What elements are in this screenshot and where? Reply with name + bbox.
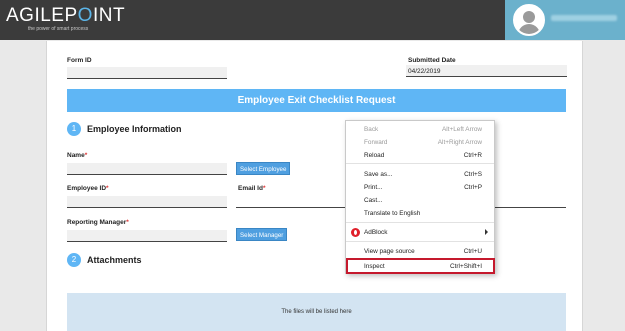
avatar-head [523,11,535,23]
menu-item-label: Forward [364,139,388,146]
menu-item-shortcut: Ctrl+P [464,184,482,191]
submitted-date-label: Submitted Date [408,57,456,64]
menu-item-shortcut: Alt+Left Arrow [442,126,482,133]
submitted-date-field[interactable]: 04/22/2019 [406,65,567,77]
employee-id-label: Employee ID* [67,185,109,192]
logo-text: AGILEPOINT [6,5,126,26]
menu-item-label: Save as... [364,171,393,178]
menu-separator [346,241,494,242]
user-name-redacted [551,15,617,21]
menu-item-label: AdBlock [364,229,388,236]
section-title-attachments: Attachments [87,255,142,265]
section-number-1: 1 [67,122,81,136]
menu-item-label: Back [364,126,379,133]
name-field[interactable] [67,163,227,175]
menu-separator [346,163,494,164]
menu-item-label: View page source [364,248,415,255]
menu-item-translate[interactable]: Translate to English [346,207,494,219]
menu-item-shortcut: Ctrl+U [463,248,482,255]
reporting-manager-label: Reporting Manager* [67,219,129,226]
logo-tagline: the power of smart process [28,26,89,32]
context-menu: Back Alt+Left Arrow Forward Alt+Right Ar… [345,120,495,274]
menu-item-label: Cast... [364,197,383,204]
select-manager-button[interactable]: Select Manager [236,228,288,241]
menu-item-label: Print... [364,184,383,191]
name-label: Name* [67,152,88,159]
employee-id-field[interactable] [67,196,227,208]
menu-item-label: Reload [364,152,385,159]
menu-separator [346,222,494,223]
menu-item-view-page-source[interactable]: View page source Ctrl+U [346,245,494,257]
menu-item-forward[interactable]: Forward Alt+Right Arrow [346,136,494,148]
reporting-manager-field[interactable] [67,230,227,242]
agilepoint-logo[interactable]: AGILEPOINT the power of smart process [6,5,126,33]
attachments-dropzone[interactable]: The files will be listed here [67,293,566,331]
menu-item-reload[interactable]: Reload Ctrl+R [346,149,494,161]
menu-item-save-as[interactable]: Save as... Ctrl+S [346,168,494,180]
menu-item-shortcut: Ctrl+S [464,171,482,178]
form-id-label: Form ID [67,57,92,64]
select-employee-button[interactable]: Select Employee [236,162,291,175]
menu-item-shortcut: Ctrl+R [463,152,482,159]
adblock-icon [351,228,360,237]
menu-item-print[interactable]: Print... Ctrl+P [346,181,494,193]
menu-item-back[interactable]: Back Alt+Left Arrow [346,123,494,135]
menu-item-adblock[interactable]: AdBlock [346,226,494,238]
avatar-icon[interactable] [513,4,545,36]
menu-item-label: Translate to English [364,210,421,217]
inspect-highlight-box [346,258,495,274]
avatar-body [518,24,540,34]
top-bar: AGILEPOINT the power of smart process [0,0,625,40]
submenu-arrow-icon [485,229,488,235]
email-id-label: Email Id* [238,185,266,192]
menu-item-cast[interactable]: Cast... [346,194,494,206]
section-title-employee-information: Employee Information [87,124,182,134]
form-card: Form ID Submitted Date 04/22/2019 Employ… [46,41,583,331]
section-number-2: 2 [67,253,81,267]
form-title-banner: Employee Exit Checklist Request [67,89,566,112]
menu-item-shortcut: Alt+Right Arrow [437,139,482,146]
form-id-field[interactable] [67,67,227,79]
user-panel[interactable] [505,0,625,40]
